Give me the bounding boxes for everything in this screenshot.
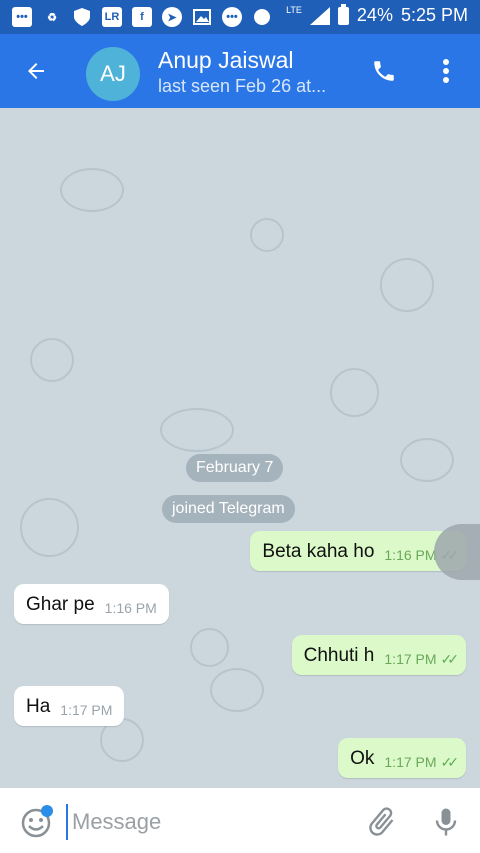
wallpaper-doodle bbox=[400, 438, 454, 482]
wallpaper-doodle bbox=[380, 258, 434, 312]
back-arrow-icon bbox=[28, 63, 44, 79]
touch-indicator bbox=[434, 524, 480, 580]
signal-icon bbox=[309, 6, 330, 25]
avatar[interactable]: AJ bbox=[86, 47, 140, 101]
message-bubble-incoming[interactable]: Ghar pe 1:16 PM bbox=[14, 584, 169, 624]
emoji-button[interactable] bbox=[18, 804, 54, 840]
message-time: 1:16 PM bbox=[384, 547, 437, 563]
sync-icon: ♻ bbox=[47, 11, 57, 24]
message-bubble-outgoing[interactable]: Ok 1:17 PM ✓✓ bbox=[338, 738, 466, 778]
microphone-icon bbox=[435, 808, 457, 836]
message-text: Ok bbox=[350, 748, 375, 769]
read-ticks-icon: ✓✓ bbox=[440, 651, 460, 667]
emoji-icon bbox=[21, 805, 53, 838]
image-icon bbox=[192, 7, 212, 27]
wallpaper-doodle bbox=[20, 498, 79, 557]
wallpaper-doodle bbox=[160, 408, 234, 452]
service-message: joined Telegram bbox=[162, 495, 295, 523]
read-ticks-icon: ✓✓ bbox=[440, 754, 460, 770]
chat-header: AJ Anup Jaiswal last seen Feb 26 at... bbox=[0, 34, 480, 108]
record-icon bbox=[252, 7, 272, 27]
wallpaper-doodle bbox=[60, 168, 124, 212]
paperclip-icon bbox=[369, 807, 394, 836]
more-icon: ••• bbox=[12, 7, 32, 27]
message-time: 1:17 PM bbox=[384, 754, 437, 770]
attach-button[interactable] bbox=[364, 804, 400, 840]
facebook-icon: f bbox=[132, 7, 152, 27]
messenger-icon: ••• bbox=[222, 7, 242, 27]
message-text: Ha bbox=[26, 696, 51, 717]
wallpaper-doodle bbox=[30, 338, 74, 382]
message-time: 1:16 PM bbox=[104, 600, 157, 616]
battery-icon bbox=[337, 3, 349, 25]
message-input-bar bbox=[0, 788, 480, 853]
overflow-menu-button[interactable] bbox=[426, 51, 466, 91]
wallpaper-doodle bbox=[330, 368, 379, 417]
contact-name[interactable]: Anup Jaiswal bbox=[158, 47, 294, 74]
wallpaper-doodle bbox=[210, 668, 264, 712]
notification-icons: ••• ♻ LR f ➤ ••• bbox=[12, 7, 272, 27]
status-right: LTE 24% 5:25 PM bbox=[286, 3, 468, 26]
battery-percent: 24% bbox=[356, 5, 393, 25]
shield-icon bbox=[72, 7, 92, 27]
message-text: Beta kaha ho bbox=[262, 541, 375, 562]
status-bar: ••• ♻ LR f ➤ ••• LTE 24% 5:25 PM bbox=[0, 0, 480, 34]
send-icon: ➤ bbox=[162, 7, 182, 27]
message-time: 1:17 PM bbox=[384, 651, 437, 667]
wallpaper-doodle bbox=[190, 628, 229, 667]
message-input[interactable] bbox=[66, 804, 354, 840]
more-vert-icon bbox=[443, 59, 449, 83]
message-time: 1:17 PM bbox=[60, 702, 113, 718]
message-bubble-incoming[interactable]: Ha 1:17 PM bbox=[14, 686, 125, 726]
message-text: Chhuti h bbox=[303, 645, 375, 666]
call-button[interactable] bbox=[362, 51, 406, 91]
network-type: LTE bbox=[286, 4, 302, 15]
chat-area[interactable]: February 7 joined Telegram Beta kaha ho … bbox=[0, 108, 480, 788]
voice-record-button[interactable] bbox=[428, 804, 464, 840]
last-seen-status: last seen Feb 26 at... bbox=[158, 76, 327, 96]
clock: 5:25 PM bbox=[400, 5, 468, 25]
wallpaper-doodle bbox=[250, 218, 284, 252]
message-text: Ghar pe bbox=[26, 594, 95, 615]
date-separator: February 7 bbox=[186, 454, 284, 482]
phone-icon bbox=[374, 61, 394, 81]
back-button[interactable] bbox=[16, 51, 56, 91]
lr-icon: LR bbox=[102, 7, 122, 27]
message-bubble-outgoing[interactable]: Chhuti h 1:17 PM ✓✓ bbox=[291, 635, 466, 675]
